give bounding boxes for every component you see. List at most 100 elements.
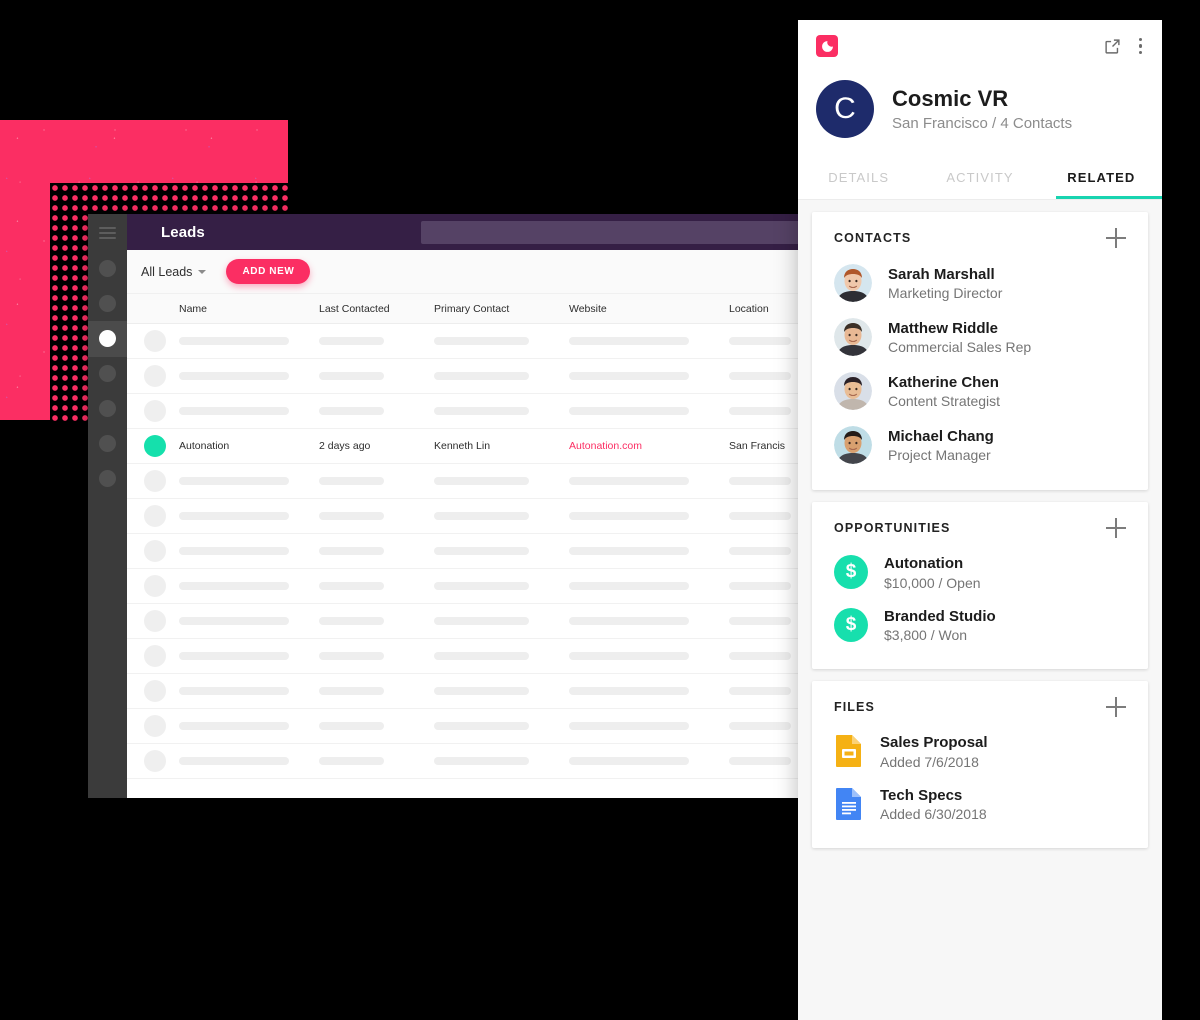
skeleton-bar bbox=[319, 652, 384, 660]
contact-list-item[interactable]: Michael Chang Project Manager bbox=[834, 416, 1126, 470]
opportunity-list-item[interactable]: $ Autonation $10,000 / Open bbox=[834, 544, 1126, 597]
contact-list-item[interactable]: Katherine Chen Content Strategist bbox=[834, 362, 1126, 416]
file-list-item[interactable]: Tech Specs Added 6/30/2018 bbox=[834, 776, 1126, 829]
search-input[interactable] bbox=[421, 221, 800, 244]
skeleton-bar bbox=[434, 372, 529, 380]
opportunity-name: Autonation bbox=[884, 555, 964, 572]
file-name: Tech Specs bbox=[880, 786, 963, 804]
add-opportunity-plus-icon[interactable] bbox=[1106, 518, 1126, 538]
cell-website-link[interactable]: Autonation.com bbox=[569, 440, 729, 452]
table-row[interactable] bbox=[127, 499, 800, 534]
file-detail: Added 7/6/2018 bbox=[880, 753, 979, 770]
sidebar-nav-item-2[interactable] bbox=[99, 330, 116, 347]
skeleton-bar bbox=[319, 407, 384, 415]
sidebar-nav-item-1[interactable] bbox=[99, 295, 116, 312]
skeleton-avatar bbox=[144, 645, 166, 667]
cell-name: Autonation bbox=[179, 440, 230, 452]
google-docs-file-icon bbox=[834, 787, 864, 821]
table-row[interactable] bbox=[127, 464, 800, 499]
table-skeleton-rows-above bbox=[127, 324, 800, 429]
skeleton-bar bbox=[569, 722, 689, 730]
kebab-menu-icon[interactable] bbox=[1137, 36, 1145, 57]
opportunities-list: $ Autonation $10,000 / Open $ Branded Studio… bbox=[834, 544, 1126, 649]
crescent-moon-logo-icon bbox=[816, 35, 838, 57]
dollar-circle-icon: $ bbox=[834, 607, 868, 642]
tab-activity[interactable]: ACTIVITY bbox=[919, 160, 1040, 199]
contact-avatar bbox=[834, 426, 872, 464]
contact-name: Matthew Riddle bbox=[888, 319, 999, 337]
skeleton-bar bbox=[319, 757, 384, 765]
skeleton-bar bbox=[569, 757, 689, 765]
tab-details[interactable]: DETAILS bbox=[798, 160, 919, 199]
table-header-website[interactable]: Website bbox=[569, 303, 729, 315]
sidebar-nav-item-4[interactable] bbox=[99, 400, 116, 417]
files-list: Sales Proposal Added 7/6/2018 Tech Specs Ad… bbox=[834, 723, 1126, 828]
skeleton-bar bbox=[434, 337, 529, 345]
skeleton-bar bbox=[729, 407, 791, 415]
skeleton-bar bbox=[319, 617, 384, 625]
table-skeleton-rows-below bbox=[127, 464, 800, 779]
table-row[interactable] bbox=[127, 674, 800, 709]
table-row[interactable] bbox=[127, 569, 800, 604]
skeleton-bar bbox=[179, 687, 289, 695]
contact-list-item[interactable]: Matthew Riddle Commercial Sales Rep bbox=[834, 308, 1126, 362]
opportunity-list-item[interactable]: $ Branded Studio $3,800 / Won bbox=[834, 597, 1126, 650]
table-row-autonation[interactable]: Autonation 2 days ago Kenneth Lin Autona… bbox=[127, 429, 800, 464]
contact-avatar bbox=[834, 318, 872, 356]
leads-filter-dropdown[interactable]: All Leads bbox=[141, 265, 207, 279]
record-detail-card: C Cosmic VR San Francisco / 4 Contacts D… bbox=[798, 20, 1162, 1020]
table-row[interactable] bbox=[127, 359, 800, 394]
sidebar-nav-item-5[interactable] bbox=[99, 435, 116, 452]
contact-name: Katherine Chen bbox=[888, 373, 999, 391]
skeleton-bar bbox=[729, 722, 791, 730]
skeleton-bar bbox=[434, 547, 529, 555]
skeleton-bar bbox=[319, 512, 384, 520]
hamburger-menu-icon[interactable] bbox=[99, 227, 116, 242]
tab-related[interactable]: RELATED bbox=[1041, 160, 1162, 199]
contact-avatar bbox=[834, 264, 872, 302]
table-header-last-contacted[interactable]: Last Contacted bbox=[319, 303, 434, 315]
table-header-name[interactable]: Name bbox=[179, 303, 319, 315]
table-row[interactable] bbox=[127, 394, 800, 429]
add-new-button[interactable]: ADD NEW bbox=[226, 259, 311, 284]
add-contact-plus-icon[interactable] bbox=[1106, 228, 1126, 248]
skeleton-bar bbox=[729, 652, 791, 660]
avatar: C bbox=[816, 80, 874, 138]
skeleton-avatar bbox=[144, 505, 166, 527]
skeleton-bar bbox=[179, 477, 289, 485]
skeleton-avatar bbox=[144, 330, 166, 352]
detail-tabs: DETAILS ACTIVITY RELATED bbox=[798, 160, 1162, 199]
files-panel: FILES Sales Proposal Added 7/6/2018 Tech S… bbox=[812, 681, 1148, 848]
sidebar-nav-item-3[interactable] bbox=[99, 365, 116, 382]
sidebar-nav-item-6[interactable] bbox=[99, 470, 116, 487]
skeleton-avatar bbox=[144, 575, 166, 597]
table-row[interactable] bbox=[127, 639, 800, 674]
skeleton-bar bbox=[179, 372, 289, 380]
detail-card-top-row bbox=[798, 20, 1162, 72]
table-row[interactable] bbox=[127, 324, 800, 359]
table-row[interactable] bbox=[127, 534, 800, 569]
table-row[interactable] bbox=[127, 744, 800, 779]
skeleton-bar bbox=[319, 477, 384, 485]
add-file-plus-icon[interactable] bbox=[1106, 697, 1126, 717]
leads-app-window: Leads All Leads ADD NEW Name Last Contac… bbox=[88, 214, 800, 798]
skeleton-avatar bbox=[144, 365, 166, 387]
file-list-item[interactable]: Sales Proposal Added 7/6/2018 bbox=[834, 723, 1126, 776]
table-header-row: Name Last Contacted Primary Contact Webs… bbox=[127, 294, 800, 324]
sidebar-nav-item-0[interactable] bbox=[99, 260, 116, 277]
contact-role: Marketing Director bbox=[888, 285, 1003, 302]
table-header-primary-contact[interactable]: Primary Contact bbox=[434, 303, 569, 315]
contacts-list: Sarah Marshall Marketing Director Matthew … bbox=[834, 254, 1126, 470]
table-header-location[interactable]: Location bbox=[729, 303, 800, 315]
skeleton-bar bbox=[179, 407, 289, 415]
skeleton-bar bbox=[434, 652, 529, 660]
open-in-new-icon[interactable] bbox=[1104, 38, 1121, 55]
table-row[interactable] bbox=[127, 709, 800, 744]
skeleton-bar bbox=[179, 722, 289, 730]
skeleton-bar bbox=[729, 337, 791, 345]
skeleton-bar bbox=[319, 337, 384, 345]
table-row[interactable] bbox=[127, 604, 800, 639]
skeleton-avatar bbox=[144, 400, 166, 422]
google-slides-file-icon bbox=[834, 734, 864, 768]
contact-list-item[interactable]: Sarah Marshall Marketing Director bbox=[834, 254, 1126, 308]
